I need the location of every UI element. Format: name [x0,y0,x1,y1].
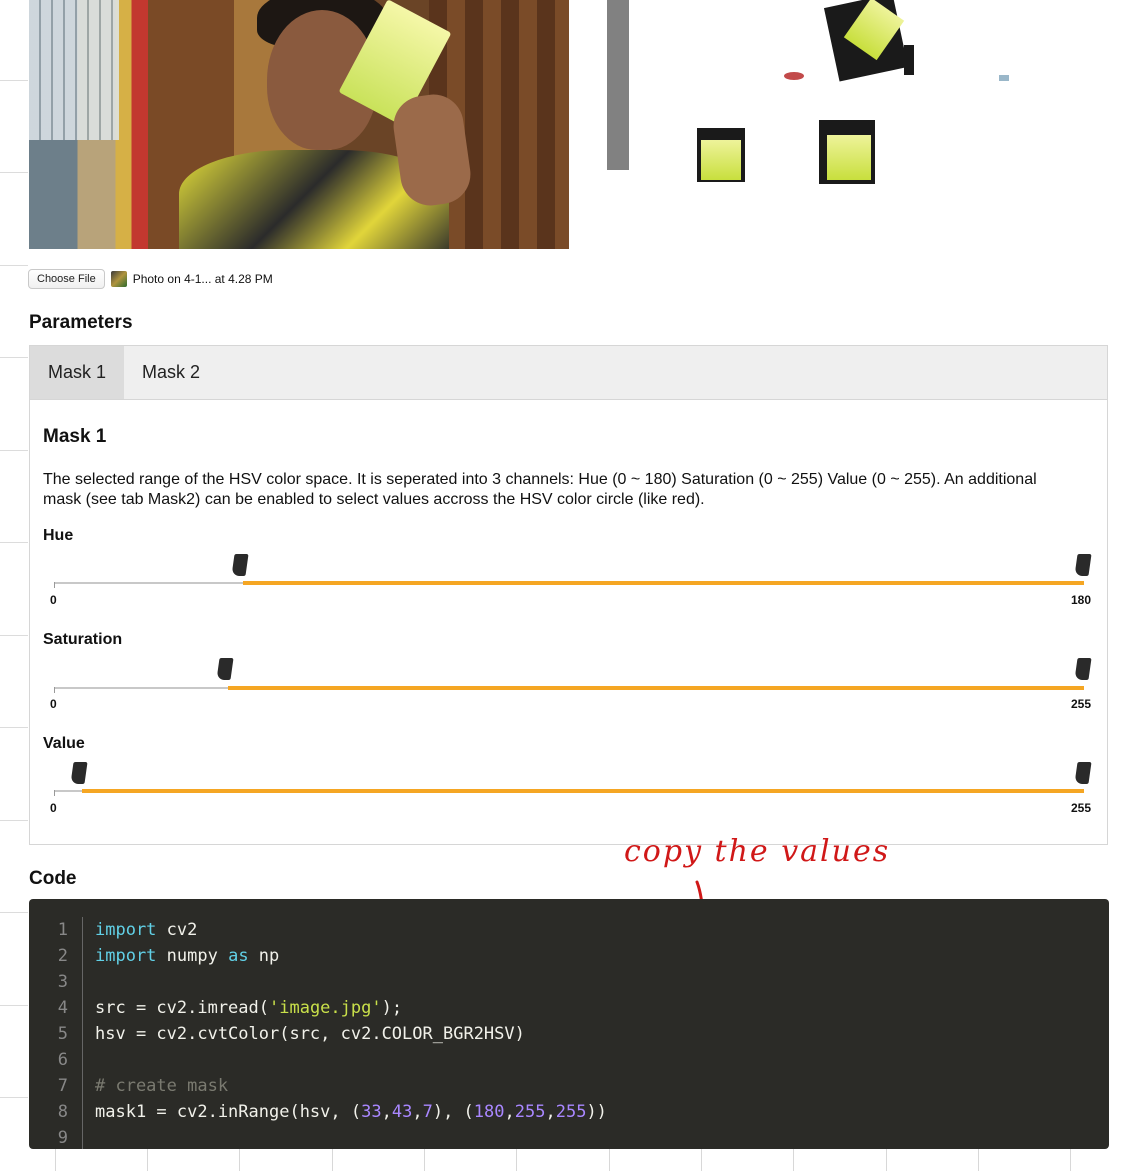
line-number: 3 [57,972,68,992]
selected-file-name: Photo on 4-1... at 4.28 PM [132,272,273,286]
code-line: 4 src = cv2.imread('image.jpg'); [29,995,1109,1021]
value-track-start [54,790,55,796]
code-text: hsv = cv2.cvtColor(src, cv2.COLOR_BGR2HS… [95,1024,525,1044]
mask-preview-image [569,0,1126,249]
value-low-handle[interactable] [70,762,88,784]
parameters-heading: Parameters [29,312,133,333]
panel-description: The selected range of the HSV color spac… [43,471,1037,508]
line-number: 1 [57,920,68,940]
saturation-track-start [54,687,55,693]
line-number: 5 [57,1024,68,1044]
handwritten-annotation: copy the values [624,834,891,869]
line-number: 7 [57,1076,68,1096]
value-high-handle[interactable] [1074,762,1092,784]
code-line: 5 hsv = cv2.cvtColor(src, cv2.COLOR_BGR2H… [29,1021,1109,1047]
line-number: 8 [57,1102,68,1122]
choose-file-button[interactable]: Choose File [28,269,105,289]
value-min-label: 0 [50,801,57,815]
line-number: 2 [57,946,68,966]
source-image [29,0,569,249]
tab-mask-1[interactable]: Mask 1 [30,346,125,399]
hue-low-handle[interactable] [231,554,249,576]
code-line: 2 import numpy as np [29,943,1109,969]
hue-max-label: 180 [1071,593,1092,607]
value-label: Value [43,735,85,752]
code-heading: Code [29,868,77,889]
saturation-min-label: 0 [50,697,57,711]
code-text: import numpy as np [95,946,280,966]
tab-mask-2[interactable]: Mask 2 [124,346,218,399]
file-input-row: Choose File Photo on 4-1... at 4.28 PM [28,268,273,290]
value-max-label: 255 [1071,801,1092,815]
code-line: 8 mask1 = cv2.inRange(hsv, (33,43,7), (18… [29,1099,1109,1125]
line-number: 6 [57,1050,68,1070]
hue-selected-range [242,581,1084,585]
panel-title: Mask 1 [43,426,107,447]
code-line: 7 # create mask [29,1073,1109,1099]
mask-tabs: Mask 1 Mask 2 [30,346,1107,400]
hue-min-label: 0 [50,593,57,607]
code-text: mask1 = cv2.inRange(hsv, (33,43,7), (180… [95,1102,607,1122]
saturation-high-handle[interactable] [1074,658,1092,680]
parameters-panel: Mask 1 Mask 2 Mask 1 The selected range … [29,345,1108,845]
hue-track-start [54,582,55,588]
code-line: 1 import cv2 [29,917,1109,943]
code-line: 6 [29,1047,1109,1073]
hue-high-handle[interactable] [1074,554,1092,576]
code-text: import cv2 [95,920,198,940]
saturation-selected-range [227,686,1084,690]
hue-label: Hue [43,527,74,544]
line-number: 4 [57,998,68,1018]
code-block[interactable]: 1 import cv2 2 import numpy as np 3 4 src = cv… [29,899,1109,1149]
code-text: src = cv2.imread('image.jpg'); [95,998,403,1018]
code-text: # create mask [95,1076,229,1096]
saturation-label: Saturation [43,631,123,648]
code-line: 3 [29,969,1109,995]
saturation-max-label: 255 [1071,697,1092,711]
saturation-low-handle[interactable] [216,658,234,680]
value-selected-range [82,789,1084,793]
line-number: 9 [57,1128,68,1148]
code-line: 9 [29,1125,1109,1149]
file-thumbnail-icon [110,271,127,287]
